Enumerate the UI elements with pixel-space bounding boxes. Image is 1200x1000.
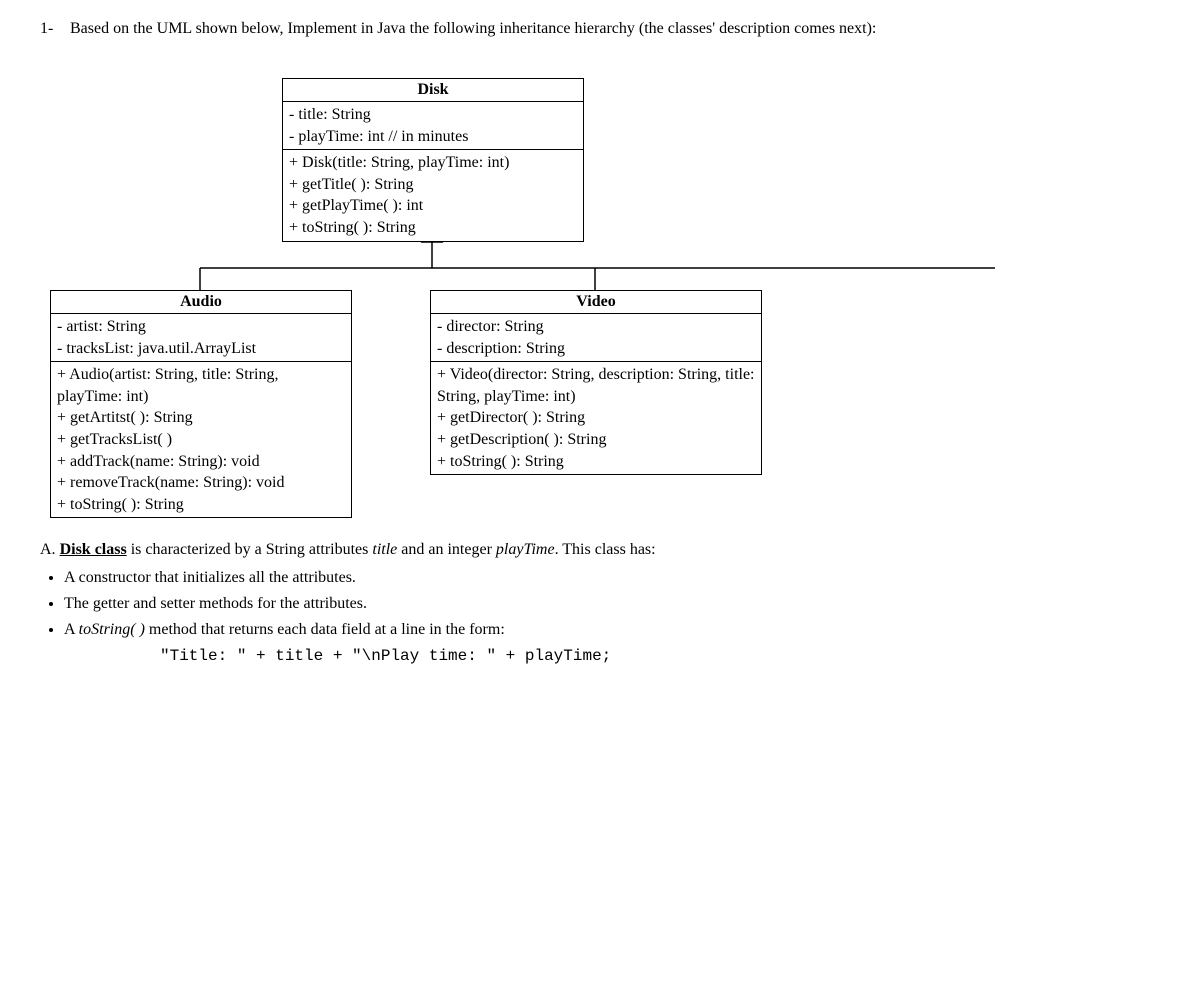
method-line: + getPlayTime( ): int	[289, 195, 577, 217]
method-line: + Audio(artist: String, title: String, p…	[57, 364, 345, 407]
method-line: + addTrack(name: String): void	[57, 451, 345, 473]
bullet-text: method that returns each data field at a…	[145, 621, 505, 638]
description-heading: A. Disk class is characterized by a Stri…	[40, 538, 1160, 562]
uml-class-video: Video - director: String - description: …	[430, 290, 762, 475]
class-attrs-audio: - artist: String - tracksList: java.util…	[51, 314, 351, 362]
bullet-method-name: toString( )	[79, 621, 145, 638]
method-line: + getTitle( ): String	[289, 174, 577, 196]
method-line: + getDirector( ): String	[437, 407, 755, 429]
heading-text: is characterized by a String attributes	[127, 541, 373, 558]
heading-class-name: Disk class	[60, 541, 127, 558]
method-line: + toString( ): String	[289, 217, 577, 239]
method-line: + toString( ): String	[57, 494, 345, 516]
description-bullet-list: A constructor that initializes all the a…	[40, 566, 1160, 642]
bullet-text: A	[64, 621, 79, 638]
description-section: A. Disk class is characterized by a Stri…	[40, 538, 1160, 668]
bullet-item: A constructor that initializes all the a…	[64, 566, 1160, 590]
method-line: + removeTrack(name: String): void	[57, 472, 345, 494]
uml-class-audio: Audio - artist: String - tracksList: jav…	[50, 290, 352, 518]
attr-line: - artist: String	[57, 316, 345, 338]
question-number: 1-	[40, 20, 70, 38]
heading-playtime-attr: playTime	[496, 541, 555, 558]
bullet-item: The getter and setter methods for the at…	[64, 592, 1160, 616]
class-name-disk: Disk	[283, 79, 583, 102]
method-line: + Video(director: String, description: S…	[437, 364, 755, 407]
question-text: Based on the UML shown below, Implement …	[70, 20, 1160, 38]
class-attrs-video: - director: String - description: String	[431, 314, 761, 362]
class-methods-disk: + Disk(title: String, playTime: int) + g…	[283, 150, 583, 240]
question-row: 1- Based on the UML shown below, Impleme…	[40, 20, 1160, 38]
class-attrs-disk: - title: String - playTime: int // in mi…	[283, 102, 583, 150]
heading-prefix: A.	[40, 541, 60, 558]
attr-line: - title: String	[289, 104, 577, 126]
class-name-audio: Audio	[51, 291, 351, 314]
heading-text: . This class has:	[555, 541, 656, 558]
heading-title-attr: title	[372, 541, 397, 558]
bullet-item: A toString( ) method that returns each d…	[64, 618, 1160, 642]
uml-class-disk: Disk - title: String - playTime: int // …	[282, 78, 584, 242]
attr-line: - description: String	[437, 338, 755, 360]
method-line: + getDescription( ): String	[437, 429, 755, 451]
attr-line: - director: String	[437, 316, 755, 338]
method-line: + Disk(title: String, playTime: int)	[289, 152, 577, 174]
class-methods-video: + Video(director: String, description: S…	[431, 362, 761, 474]
attr-line: - tracksList: java.util.ArrayList	[57, 338, 345, 360]
method-line: + toString( ): String	[437, 451, 755, 473]
class-name-video: Video	[431, 291, 761, 314]
class-methods-audio: + Audio(artist: String, title: String, p…	[51, 362, 351, 517]
method-line: + getArtitst( ): String	[57, 407, 345, 429]
uml-diagram: Disk - title: String - playTime: int // …	[50, 58, 1160, 478]
heading-text: and an integer	[397, 541, 496, 558]
method-line: + getTracksList( )	[57, 429, 345, 451]
code-snippet: "Title: " + title + "\nPlay time: " + pl…	[160, 644, 1160, 668]
attr-line: - playTime: int // in minutes	[289, 126, 577, 148]
